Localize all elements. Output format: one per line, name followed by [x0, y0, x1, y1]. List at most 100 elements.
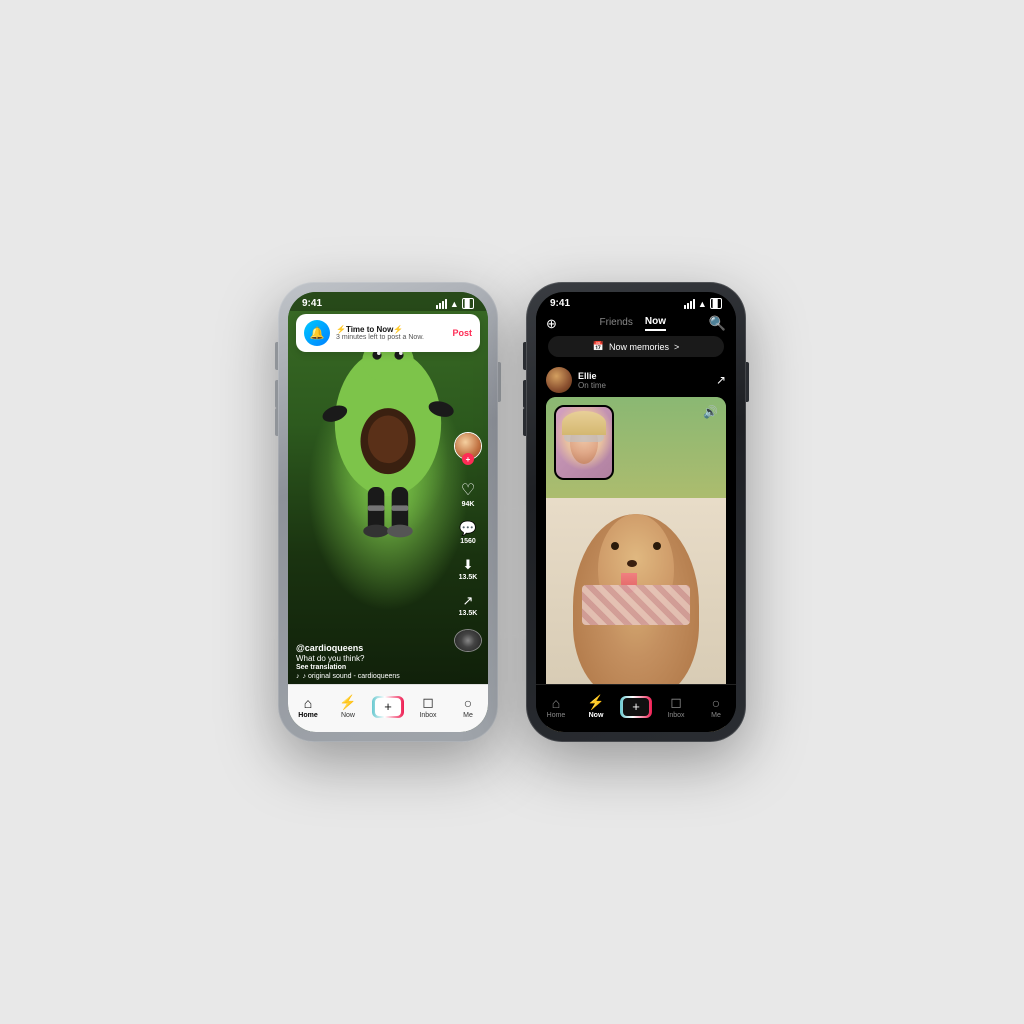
nav-now-label-right: Now	[589, 712, 604, 719]
create-plus-icon-left: +	[375, 698, 401, 716]
follow-plus-button[interactable]: +	[462, 453, 474, 465]
battery-icon-right: ▊	[710, 298, 722, 309]
comment-count: 1560	[460, 538, 476, 545]
now-media-container: 🔊 4:11:24 ♡ 💬	[546, 397, 726, 732]
comment-button[interactable]: 💬 1560	[459, 520, 476, 545]
nav-create-right[interactable]: +	[616, 696, 656, 718]
tiktok-now-screen: 9:41 ▲ ▊ ⊕	[536, 292, 736, 732]
tiktok-feed-screen: 9:41 ▲ ▊ 🔔	[288, 292, 488, 732]
comment-icon: 💬	[459, 520, 476, 537]
phone-right: 9:41 ▲ ▊ ⊕	[526, 282, 746, 742]
share-icon: ↗	[463, 593, 474, 609]
heart-icon: ♡	[461, 480, 475, 500]
save-button[interactable]: ⬇ 13.5K	[459, 557, 478, 581]
video-content	[298, 372, 478, 492]
inbox-icon-right: ◻	[670, 694, 682, 711]
now-header: ⊕ Friends Now 🔍	[536, 311, 736, 336]
phone-right-screen: 9:41 ▲ ▊ ⊕	[536, 292, 736, 732]
notification-app-icon: 🔔	[304, 320, 330, 346]
create-plus-icon-right: +	[623, 698, 649, 716]
post-share-icon[interactable]: ↗	[716, 373, 726, 387]
notification-text: ⚡Time to Now⚡ 3 minutes left to post a N…	[336, 325, 446, 341]
save-count: 13.5K	[459, 574, 478, 581]
video-sound-info: ♪ ♪ original sound - cardioqueens	[296, 673, 438, 680]
post-user-avatar[interactable]	[546, 367, 572, 393]
right-action-buttons: + ♡ 94K 💬 1560 ⬇ 13.5K ↗	[454, 432, 482, 652]
share-count: 13.5K	[459, 610, 478, 617]
signal-bars-left	[436, 299, 447, 309]
status-icons-right: ▲ ▊	[684, 298, 722, 309]
create-button-right[interactable]: +	[620, 696, 652, 718]
memories-label: Now memories	[609, 342, 669, 352]
nav-now-label-left: Now	[341, 712, 355, 719]
tab-friends[interactable]: Friends	[600, 317, 633, 330]
nav-inbox-left[interactable]: ◻ Inbox	[408, 694, 448, 719]
notification-body: 3 minutes left to post a Now.	[336, 334, 446, 341]
phone-left-screen: 9:41 ▲ ▊ 🔔	[288, 292, 488, 732]
phone-left: 9:41 ▲ ▊ 🔔	[278, 282, 498, 742]
bottom-nav-left: ⌂ Home ⚡ Now + ◻ Inbox	[288, 684, 488, 732]
status-bar-left: 9:41 ▲ ▊	[288, 292, 488, 311]
home-icon-left: ⌂	[304, 695, 312, 711]
nav-home-label-right: Home	[547, 712, 566, 719]
wifi-icon-right: ▲	[698, 299, 707, 309]
status-icons-left: ▲ ▊	[436, 298, 474, 309]
nav-me-label-right: Me	[711, 712, 721, 719]
phones-container: 9:41 ▲ ▊ 🔔	[278, 282, 746, 742]
status-bar-right: 9:41 ▲ ▊	[536, 292, 736, 311]
sound-disc	[454, 629, 482, 652]
sound-icon[interactable]: 🔊	[703, 405, 718, 419]
nav-me-left[interactable]: ○ Me	[448, 695, 488, 719]
nav-home-left[interactable]: ⌂ Home	[288, 695, 328, 719]
now-memories-bar[interactable]: 📅 Now memories >	[548, 336, 724, 357]
create-button-left[interactable]: +	[372, 696, 404, 718]
post-header: Ellie On time ↗	[536, 363, 736, 397]
wifi-icon-left: ▲	[450, 299, 459, 309]
post-user-info: Ellie On time	[578, 371, 710, 390]
tab-now[interactable]: Now	[645, 316, 666, 331]
notification-title: ⚡Time to Now⚡	[336, 325, 446, 334]
music-note-icon: ♪	[296, 673, 300, 680]
post-timing: On time	[578, 381, 710, 390]
profile-icon-left: ○	[464, 695, 472, 711]
add-friend-icon[interactable]: ⊕	[546, 316, 557, 332]
status-time-left: 9:41	[302, 298, 322, 309]
nav-me-right[interactable]: ○ Me	[696, 695, 736, 719]
video-username: @cardioqueens	[296, 643, 438, 653]
sound-name: ♪ original sound - cardioqueens	[303, 673, 400, 680]
selfie-overlay	[554, 405, 614, 480]
like-count: 94K	[462, 501, 475, 508]
nav-home-right[interactable]: ⌂ Home	[536, 695, 576, 719]
creator-avatar-container[interactable]: +	[454, 432, 482, 460]
nav-inbox-right[interactable]: ◻ Inbox	[656, 694, 696, 719]
see-translation-link[interactable]: See translation	[296, 664, 438, 671]
nav-create-left[interactable]: +	[368, 696, 408, 718]
bookmark-icon: ⬇	[463, 557, 474, 573]
nav-now-right[interactable]: ⚡ Now	[576, 694, 616, 719]
dog-bandana	[582, 585, 690, 625]
notification-banner[interactable]: 🔔 ⚡Time to Now⚡ 3 minutes left to post a…	[296, 314, 480, 352]
now-icon-left: ⚡	[339, 694, 356, 711]
search-icon-right[interactable]: 🔍	[709, 315, 726, 332]
now-icon-right: ⚡	[587, 694, 604, 711]
nav-me-label-left: Me	[463, 712, 473, 719]
bottom-nav-right: ⌂ Home ⚡ Now + ◻ Inbox	[536, 684, 736, 732]
nav-inbox-label-left: Inbox	[419, 712, 436, 719]
notification-action[interactable]: Post	[452, 328, 472, 338]
selfie-face	[556, 407, 612, 478]
nav-inbox-label-right: Inbox	[667, 712, 684, 719]
home-icon-right: ⌂	[552, 695, 560, 711]
like-button[interactable]: ♡ 94K	[461, 480, 475, 508]
battery-icon-left: ▊	[462, 298, 474, 309]
share-button[interactable]: ↗ 13.5K	[459, 593, 478, 617]
calendar-icon: 📅	[593, 341, 604, 352]
post-username: Ellie	[578, 371, 710, 381]
header-tabs: Friends Now	[600, 316, 666, 331]
nav-now-left[interactable]: ⚡ Now	[328, 694, 368, 719]
memories-chevron-icon: >	[674, 342, 679, 352]
signal-bars-right	[684, 299, 695, 309]
nav-home-label-left: Home	[298, 712, 317, 719]
status-time-right: 9:41	[550, 298, 570, 309]
video-info-overlay: @cardioqueens What do you think? See tra…	[296, 643, 438, 680]
profile-icon-right: ○	[712, 695, 720, 711]
